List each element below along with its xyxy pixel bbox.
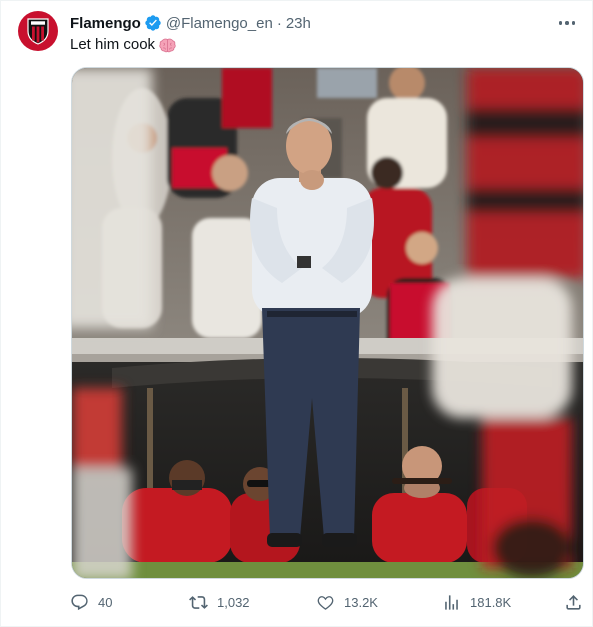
share-icon [566, 594, 581, 610]
like-button[interactable]: 13.2K [316, 591, 378, 613]
reply-button[interactable]: 40 [70, 591, 112, 613]
tweet-card[interactable]: Flamengo @Flamengo_en · 23h Let him cook [0, 0, 593, 627]
retweet-count: 1,032 [217, 594, 250, 610]
brain-emoji-icon [159, 38, 176, 53]
verified-badge-icon[interactable] [144, 14, 162, 32]
tweet-header: Flamengo @Flamengo_en · 23h [70, 13, 311, 33]
views-button[interactable]: 181.8K [442, 591, 511, 613]
retweet-button[interactable]: 1,032 [189, 591, 250, 613]
avatar[interactable] [18, 11, 58, 51]
separator-dot: · [276, 14, 282, 32]
tweet-text-content: Let him cook [70, 36, 156, 53]
views-bar-chart-icon [445, 594, 458, 610]
reply-icon [71, 594, 88, 610]
reply-count: 40 [98, 594, 113, 610]
like-count: 13.2K [344, 594, 378, 610]
display-name[interactable]: Flamengo [70, 15, 141, 32]
user-handle[interactable]: @Flamengo_en [166, 15, 273, 32]
flamengo-crest-icon [27, 18, 49, 45]
photo-coach-on-sideline [72, 68, 583, 578]
share-button[interactable] [564, 591, 583, 613]
view-count: 181.8K [470, 594, 512, 610]
tweet-photo[interactable] [71, 67, 584, 579]
retweet-icon [189, 595, 208, 609]
timestamp[interactable]: 23h [286, 15, 311, 32]
heart-icon [317, 595, 334, 610]
more-options-icon[interactable] [556, 13, 578, 33]
tweet-actions: 40 1,032 13.2K 181.8K [70, 591, 586, 613]
tweet-text: Let him cook [70, 35, 176, 55]
